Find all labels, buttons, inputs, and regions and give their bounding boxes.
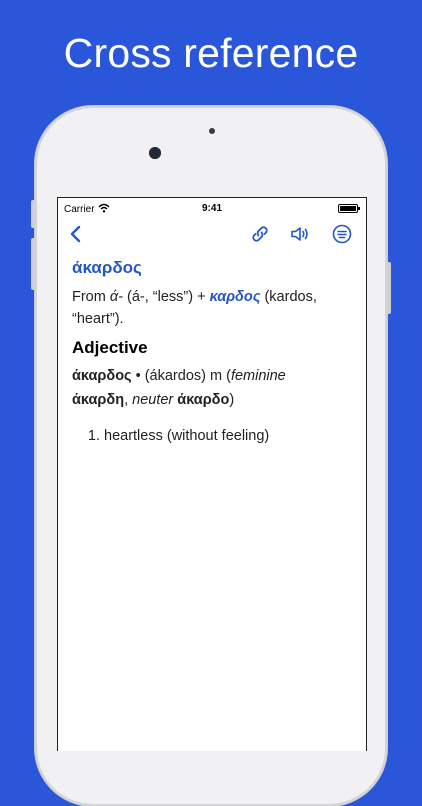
volume-button (31, 200, 35, 228)
etymology-from: From (72, 289, 110, 305)
etymology-prefix-gloss: (á-, “less”) + (122, 289, 210, 305)
inflection-line: άκαρδος • (ákardos) m (feminine άκαρδη, n… (72, 368, 286, 408)
definition-item: 1. heartless (without feeling) (72, 428, 358, 444)
feminine-label: feminine (230, 368, 286, 384)
dictionary-entry: άκαρδος From ά- (á-, “less”) + καρδος (k… (72, 258, 358, 444)
neuter-label: neuter (132, 392, 174, 408)
etymology: From ά- (á-, “less”) + καρδος (kardos, “… (72, 286, 358, 330)
link-icon[interactable] (248, 222, 272, 246)
part-of-speech-heading: Adjective (72, 338, 148, 357)
volume-button (31, 238, 35, 290)
cross-reference-link[interactable]: καρδος (210, 289, 261, 305)
feminine-form: άκαρδη (72, 392, 125, 408)
definition-list: 1. heartless (without feeling) (72, 428, 358, 444)
promo-headline: Cross reference (63, 30, 359, 76)
nav-bar (58, 220, 366, 250)
chevron-left-icon[interactable] (64, 222, 88, 246)
speaker-icon[interactable] (288, 222, 312, 246)
app-screen: Carrier 9:41 άκαρδος From ά- (á-, “less”… (57, 197, 367, 751)
entry-headword: άκαρδος (72, 258, 142, 277)
definition-text: heartless (without feeling) (104, 428, 270, 444)
forms-close: ) (229, 392, 235, 408)
etymology-prefix: ά- (109, 289, 123, 305)
power-button (387, 262, 391, 314)
transliteration: • (ákardos) m ( (131, 368, 231, 384)
list-menu-icon[interactable] (330, 222, 354, 246)
status-bar: Carrier 9:41 (58, 198, 366, 220)
battery-icon (338, 204, 360, 213)
clock: 9:41 (201, 203, 222, 214)
lemma-form: άκαρδος (72, 368, 132, 384)
speaker-grille (209, 128, 215, 134)
definition-number: 1. (87, 428, 100, 444)
neuter-form: άκαρδο (177, 392, 230, 408)
front-camera (149, 147, 161, 159)
